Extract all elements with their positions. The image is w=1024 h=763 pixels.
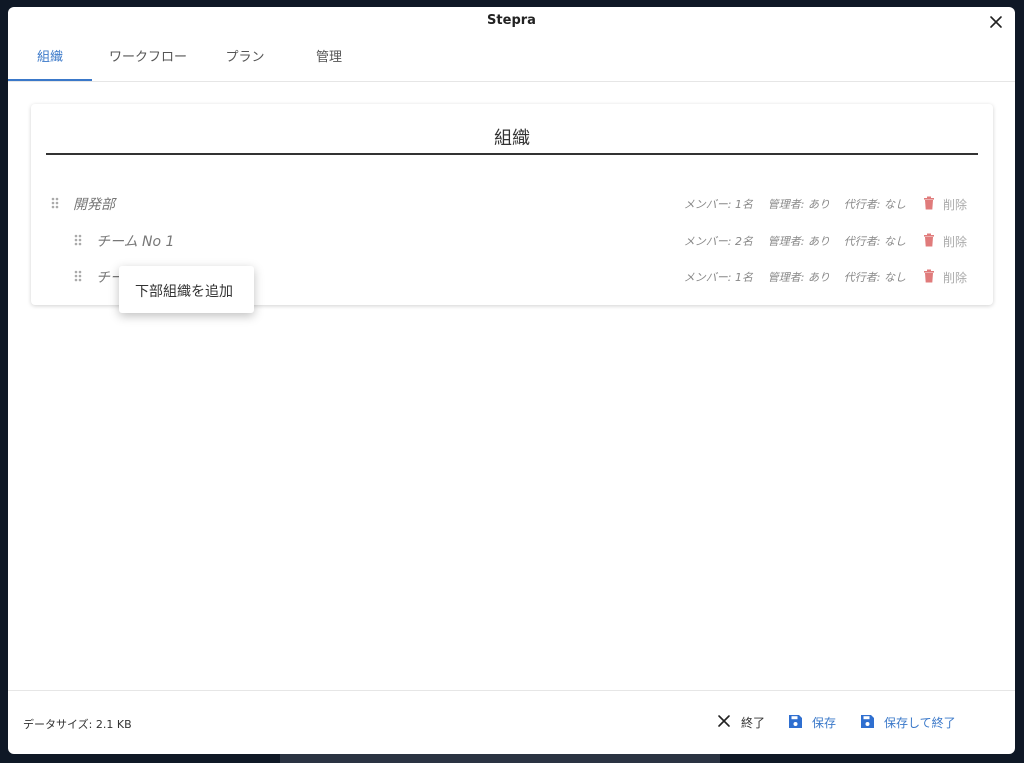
exit-button[interactable]: 終了: [717, 709, 781, 735]
member-count: メンバー: 1名: [683, 271, 753, 284]
trash-icon: [924, 196, 934, 210]
data-size-label: データサイズ: 2.1 KB: [23, 718, 132, 731]
dialog-footer: データサイズ: 2.1 KB 終了 保存 保存して終了: [8, 690, 1015, 754]
tab-organization[interactable]: 組織: [8, 42, 92, 81]
trash-icon: [924, 233, 934, 247]
delete-button[interactable]: 削除: [919, 231, 975, 251]
delete-label: 削除: [943, 271, 968, 285]
context-menu-add-sub-org[interactable]: 下部組織を追加: [119, 266, 254, 313]
save-and-exit-button[interactable]: 保存して終了: [860, 709, 970, 735]
close-icon: [990, 16, 1002, 28]
save-icon: [789, 715, 802, 728]
org-section-title: 組織: [46, 124, 978, 155]
org-row-name[interactable]: チーム No 1: [96, 231, 174, 251]
drag-handle-icon[interactable]: [51, 197, 59, 209]
admin-status: 管理者: あり: [767, 235, 830, 248]
delete-label: 削除: [943, 235, 968, 249]
exit-label: 終了: [741, 716, 766, 730]
org-row-name[interactable]: 開発部: [73, 194, 115, 214]
deputy-status: 代行者: なし: [843, 271, 906, 284]
tab-admin[interactable]: 管理: [296, 42, 362, 80]
org-row[interactable]: 開発部 メンバー: 1名 管理者: あり 代行者: なし 削除: [51, 192, 975, 216]
close-icon: [718, 715, 730, 727]
close-button[interactable]: [989, 14, 1003, 28]
member-count: メンバー: 1名: [683, 198, 753, 211]
delete-label: 削除: [943, 198, 968, 212]
admin-status: 管理者: あり: [767, 198, 830, 211]
tab-plan[interactable]: プラン: [214, 42, 276, 80]
drag-handle-icon[interactable]: [74, 234, 82, 246]
save-label: 保存: [812, 716, 837, 730]
window-title: Stepra: [487, 13, 536, 28]
deputy-status: 代行者: なし: [843, 198, 906, 211]
delete-button[interactable]: 削除: [919, 267, 975, 287]
save-and-exit-label: 保存して終了: [884, 716, 956, 730]
tab-bar: 組織 ワークフロー プラン 管理: [8, 42, 1015, 82]
save-button[interactable]: 保存: [788, 709, 848, 735]
trash-icon: [924, 269, 934, 283]
context-menu-item-label: 下部組織を追加: [135, 284, 233, 300]
tab-workflow[interactable]: ワークフロー: [100, 42, 196, 80]
settings-dialog: Stepra 組織 ワークフロー プラン 管理 組織 開発部 メンバー: 1名 …: [8, 7, 1015, 754]
save-icon: [861, 715, 874, 728]
delete-button[interactable]: 削除: [919, 194, 975, 214]
member-count: メンバー: 2名: [683, 235, 753, 248]
admin-status: 管理者: あり: [767, 271, 830, 284]
drag-handle-icon[interactable]: [74, 270, 82, 282]
deputy-status: 代行者: なし: [843, 235, 906, 248]
org-row[interactable]: チーム No 1 メンバー: 2名 管理者: あり 代行者: なし 削除: [74, 229, 975, 253]
